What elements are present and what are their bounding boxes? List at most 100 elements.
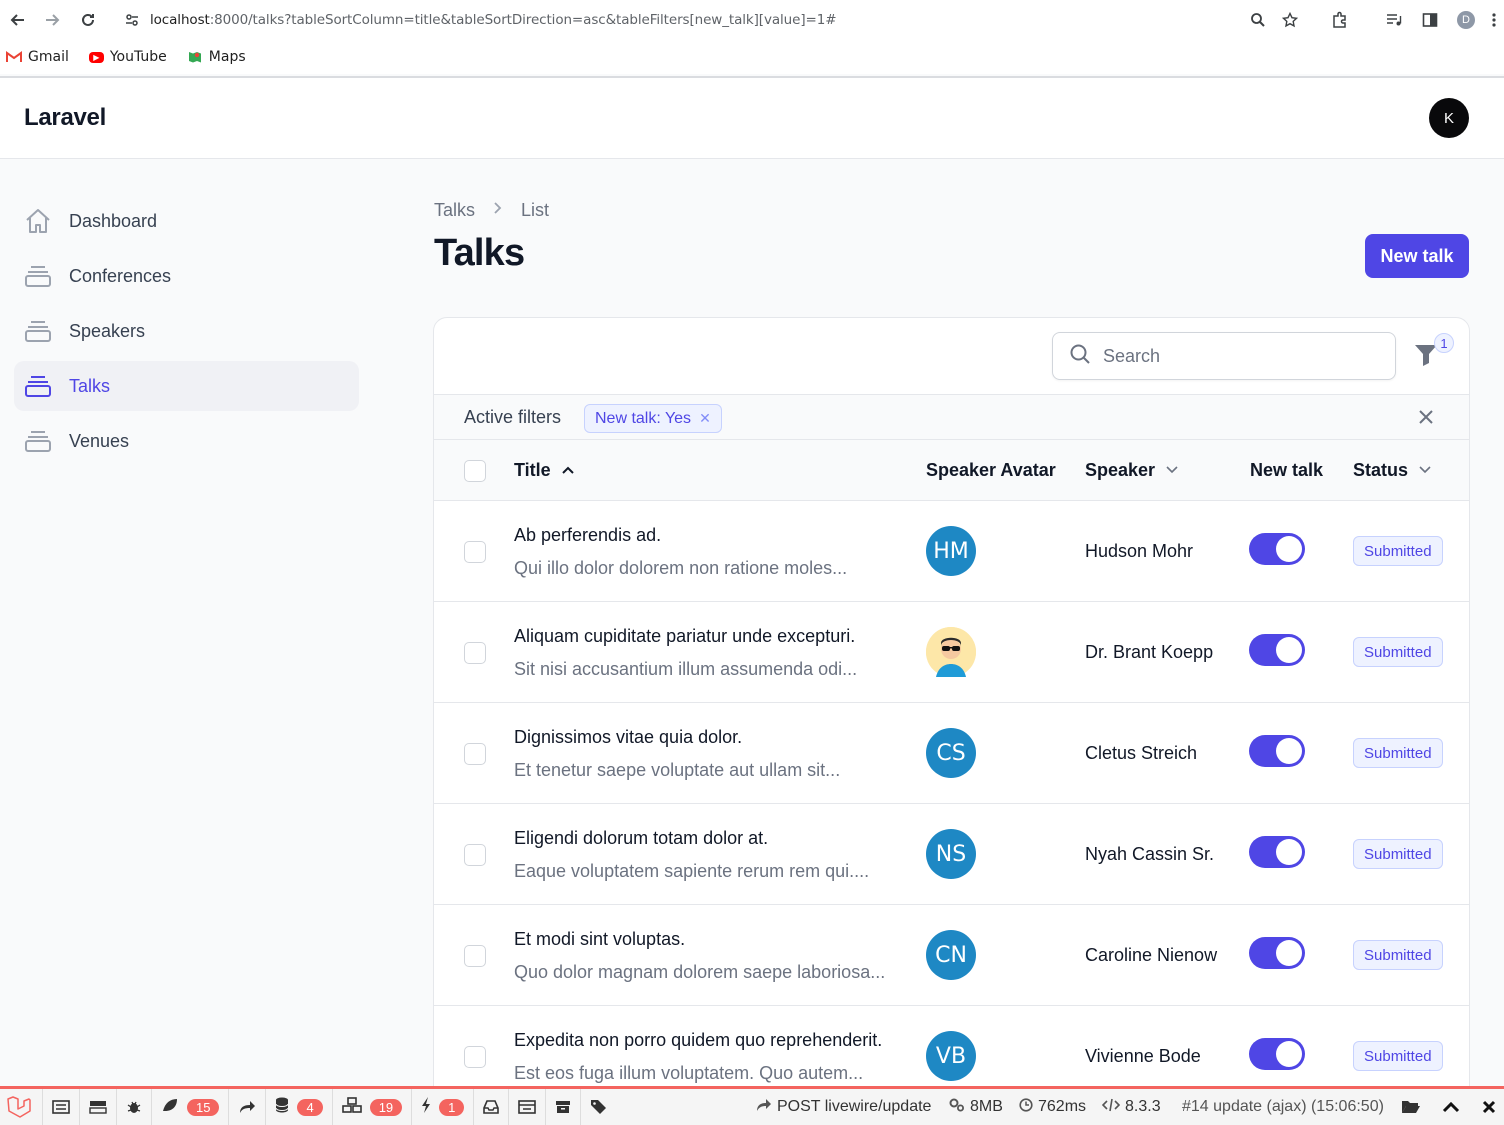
status-badge: Submitted — [1353, 1041, 1443, 1071]
new-talk-toggle[interactable] — [1249, 937, 1305, 969]
request-method[interactable]: POST livewire/update — [756, 1089, 931, 1125]
request-selector[interactable]: #14 update (ajax) (15:06:50) — [1182, 1089, 1384, 1125]
time-label: 762ms — [1038, 1098, 1087, 1115]
person-avatar-icon — [926, 627, 976, 677]
profile-avatar[interactable]: D — [1452, 6, 1480, 34]
talk-title: Aliquam cupiditate pariatur unde exceptu… — [514, 626, 856, 646]
views-tab[interactable]: 15 — [152, 1089, 230, 1125]
table-row[interactable]: Aliquam cupiditate pariatur unde exceptu… — [434, 602, 1469, 703]
sidebar-item-venues[interactable]: Venues — [14, 416, 359, 466]
timeline-icon[interactable] — [80, 1089, 117, 1125]
row-checkbox[interactable] — [464, 743, 486, 765]
row-checkbox[interactable] — [464, 642, 486, 664]
search-field[interactable] — [1052, 332, 1396, 380]
bookmark-star-icon[interactable] — [1276, 6, 1304, 34]
chevron-down-icon — [1418, 463, 1432, 478]
messages-icon[interactable] — [43, 1089, 80, 1125]
sidebar-item-conferences[interactable]: Conferences — [14, 251, 359, 301]
bookmark-gmail[interactable]: Gmail — [6, 49, 69, 65]
table-row[interactable]: Dignissimos vitae quia dolor. Et tenetur… — [434, 703, 1469, 804]
new-talk-button[interactable]: New talk — [1365, 234, 1469, 278]
sidebar-item-speakers[interactable]: Speakers — [14, 306, 359, 356]
sidebar-item-dashboard[interactable]: Dashboard — [14, 196, 359, 246]
php-version-label: 8.3.3 — [1125, 1098, 1161, 1115]
rectangle-stack-icon — [24, 373, 52, 399]
user-avatar[interactable]: K — [1429, 98, 1469, 138]
talk-description: Est eos fuga illum voluptatem. Quo autem… — [514, 1063, 864, 1083]
url-text: localhost:8000/talks?tableSortColumn=tit… — [150, 12, 837, 28]
memory-label: 8MB — [970, 1098, 1003, 1115]
chrome-menu-icon[interactable] — [1484, 6, 1504, 34]
chevron-up-icon[interactable] — [1442, 1089, 1460, 1125]
column-status[interactable]: Status — [1353, 460, 1432, 481]
events-tab[interactable]: 1 — [412, 1089, 475, 1125]
debugbar: 15 4 19 1 POST livewire/update 8MB 762ms… — [0, 1086, 1504, 1125]
leaf-icon — [161, 1097, 179, 1117]
new-talk-toggle[interactable] — [1249, 836, 1305, 868]
tags-icon[interactable] — [581, 1089, 617, 1125]
table-row[interactable]: Ab perferendis ad. Qui illo dolor dolore… — [434, 501, 1469, 602]
folder-open-icon[interactable] — [1401, 1089, 1421, 1125]
side-panel-icon[interactable] — [1416, 6, 1444, 34]
forward-icon[interactable] — [34, 2, 70, 38]
column-speaker[interactable]: Speaker — [1085, 460, 1179, 481]
back-icon[interactable] — [0, 2, 36, 38]
talk-title: Ab perferendis ad. — [514, 525, 662, 545]
speaker-name: Caroline Nienow — [1085, 945, 1218, 965]
bug-icon[interactable] — [117, 1089, 152, 1125]
column-label: New talk — [1250, 460, 1324, 480]
sidebar: Dashboard Conferences Speakers Talks Ven… — [14, 196, 359, 471]
breadcrumb: Talks List — [434, 200, 549, 221]
talk-title: Dignissimos vitae quia dolor. — [514, 727, 743, 747]
active-filters-bar: Active filters New talk: Yes ✕ — [434, 394, 1469, 440]
bookmark-label: YouTube — [109, 49, 167, 65]
extensions-icon[interactable] — [1326, 6, 1354, 34]
table-row[interactable]: Eligendi dolorum totam dolor at. Eaque v… — [434, 804, 1469, 905]
row-checkbox[interactable] — [464, 541, 486, 563]
clear-filters-icon[interactable] — [1418, 405, 1434, 431]
app-header: Laravel K — [0, 78, 1504, 159]
brand-logo[interactable]: Laravel — [24, 104, 106, 132]
close-icon[interactable] — [1482, 1089, 1496, 1125]
new-talk-toggle[interactable] — [1249, 634, 1305, 666]
column-speaker-avatar: Speaker Avatar — [926, 460, 1056, 481]
sidebar-item-talks[interactable]: Talks — [14, 361, 359, 411]
queries-tab[interactable]: 4 — [266, 1089, 333, 1125]
talk-title: Et modi sint voluptas. — [514, 929, 686, 949]
reload-icon[interactable] — [70, 2, 106, 38]
archive-icon[interactable] — [546, 1089, 582, 1125]
site-settings-icon[interactable] — [124, 12, 140, 28]
media-icon[interactable] — [1380, 6, 1408, 34]
speaker-avatar: VB — [926, 1031, 976, 1081]
remove-filter-icon[interactable]: ✕ — [699, 410, 711, 427]
bookmark-youtube[interactable]: ▶ YouTube — [88, 49, 167, 65]
new-talk-toggle[interactable] — [1249, 1038, 1305, 1070]
new-talk-toggle[interactable] — [1249, 533, 1305, 565]
new-talk-toggle[interactable] — [1249, 735, 1305, 767]
chevron-down-icon — [1165, 463, 1179, 478]
zoom-icon[interactable] — [1244, 6, 1272, 34]
table-row[interactable]: Et modi sint voluptas. Quo dolor magnam … — [434, 905, 1469, 1006]
inbox-icon[interactable] — [474, 1089, 510, 1125]
speaker-name: Nyah Cassin Sr. — [1085, 844, 1215, 864]
column-title[interactable]: Title — [514, 460, 575, 481]
search-input[interactable] — [1103, 345, 1363, 367]
row-checkbox[interactable] — [464, 844, 486, 866]
profile-initial: D — [1457, 11, 1475, 29]
row-checkbox[interactable] — [464, 945, 486, 967]
status-badge: Submitted — [1353, 738, 1443, 768]
route-icon[interactable] — [229, 1089, 267, 1125]
bookmark-maps[interactable]: Maps — [187, 49, 246, 65]
speaker-avatar: CS — [926, 728, 976, 778]
php-version: 8.3.3 — [1101, 1089, 1161, 1125]
models-tab[interactable]: 19 — [333, 1089, 413, 1125]
select-all-checkbox[interactable] — [464, 460, 486, 482]
talk-description: Eaque voluptatem sapiente rerum rem qui.… — [514, 861, 870, 881]
breadcrumb-talks[interactable]: Talks — [434, 200, 475, 221]
laravel-logo-icon[interactable] — [0, 1089, 43, 1125]
request-icon[interactable] — [509, 1089, 547, 1125]
clock-icon — [1019, 1097, 1033, 1117]
cubes-icon — [341, 1097, 362, 1117]
row-checkbox[interactable] — [464, 1046, 486, 1068]
address-bar[interactable]: localhost:8000/talks?tableSortColumn=tit… — [112, 4, 1312, 36]
